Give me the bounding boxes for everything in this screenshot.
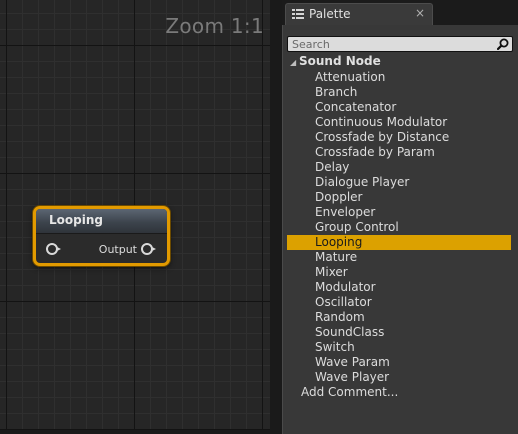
- palette-icon: [292, 9, 304, 20]
- palette-item-crossfade-by-distance[interactable]: Crossfade by Distance: [287, 130, 511, 145]
- category-sound-node[interactable]: ◢ Sound Node: [283, 54, 518, 70]
- category-label: Sound Node: [299, 54, 381, 68]
- search-box[interactable]: [287, 36, 513, 52]
- palette-item-concatenator[interactable]: Concatenator: [287, 100, 511, 115]
- graph-canvas[interactable]: Zoom 1:1 Looping Output: [0, 0, 270, 430]
- panel-splitter[interactable]: [270, 0, 282, 434]
- looping-node[interactable]: Looping Output: [33, 206, 170, 266]
- palette-item-wave-param[interactable]: Wave Param: [287, 355, 511, 370]
- search-icon[interactable]: [497, 38, 509, 50]
- tab-label: Palette: [309, 7, 351, 21]
- palette-item-random[interactable]: Random: [287, 310, 511, 325]
- palette-item-wave-player[interactable]: Wave Player: [287, 370, 511, 385]
- palette-item-switch[interactable]: Switch: [287, 340, 511, 355]
- palette-item-enveloper[interactable]: Enveloper: [287, 205, 511, 220]
- palette-item-doppler[interactable]: Doppler: [287, 190, 511, 205]
- output-pin-icon[interactable]: [141, 243, 156, 255]
- palette-item-looping[interactable]: Looping: [287, 235, 511, 250]
- palette-item-delay[interactable]: Delay: [287, 160, 511, 175]
- palette-item-list: Attenuation Branch Concatenator Continuous …: [283, 70, 518, 385]
- search-input[interactable]: [288, 37, 492, 51]
- zoom-indicator: Zoom 1:1: [165, 14, 264, 38]
- palette-item-dialogue-player[interactable]: Dialogue Player: [287, 175, 511, 190]
- palette-item-branch[interactable]: Branch: [287, 85, 511, 100]
- palette-item-soundclass[interactable]: SoundClass: [287, 325, 511, 340]
- palette-item-mixer[interactable]: Mixer: [287, 265, 511, 280]
- expand-arrow-icon[interactable]: ◢: [290, 58, 296, 67]
- palette-item-modulator[interactable]: Modulator: [287, 280, 511, 295]
- output-pin-label: Output: [98, 243, 137, 256]
- palette-item-attenuation[interactable]: Attenuation: [287, 70, 511, 85]
- node-title: Looping: [49, 213, 103, 227]
- palette-item-mature[interactable]: Mature: [287, 250, 511, 265]
- palette-item-group-control[interactable]: Group Control: [287, 220, 511, 235]
- palette-tree: ◢ Sound Node Attenuation Branch Concatenat…: [283, 54, 518, 400]
- palette-item-oscillator[interactable]: Oscillator: [287, 295, 511, 310]
- palette-item-continuous-modulator[interactable]: Continuous Modulator: [287, 115, 511, 130]
- node-header[interactable]: Looping: [36, 209, 167, 234]
- close-icon[interactable]: ×: [415, 6, 425, 20]
- input-pin-icon[interactable]: [46, 243, 61, 255]
- add-comment-item[interactable]: Add Comment...: [283, 385, 518, 400]
- palette-item-crossfade-by-param[interactable]: Crossfade by Param: [287, 145, 511, 160]
- palette-panel: ◢ Sound Node AttenuationBranchConcatenat…: [282, 25, 518, 434]
- tab-palette[interactable]: Palette ×: [285, 3, 433, 25]
- node-body: Output: [36, 234, 167, 264]
